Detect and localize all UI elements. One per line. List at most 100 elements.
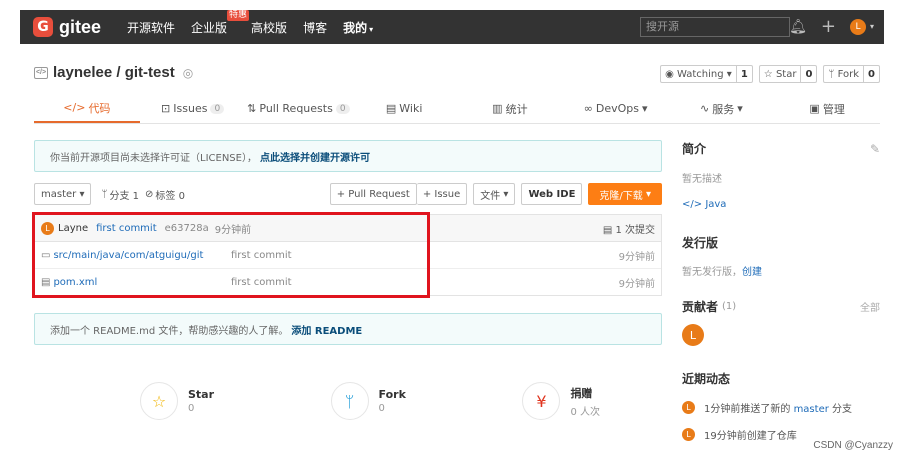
activity-text: 19分钟前创建了仓库	[704, 431, 797, 442]
tab-manage-label: 管理	[822, 102, 845, 116]
create-group: + Pull Request + Issue	[329, 183, 468, 205]
tab-issues[interactable]: ⊡ Issues 0	[140, 94, 246, 123]
repo-actions: ◉ Watching ▾ 1 ☆ Star 0 ᛘ Fork 0	[660, 65, 880, 83]
bell-icon[interactable]: 🔔︎	[789, 19, 807, 35]
file-link[interactable]: ▭ src/main/java/com/atguigu/git	[41, 250, 231, 261]
repo-name[interactable]: laynelee / git-test	[53, 64, 175, 81]
gitee-logo-icon: G	[33, 17, 53, 37]
hot-badge: 特惠	[227, 9, 250, 21]
issue-icon: ⊡	[161, 102, 171, 115]
tab-manage[interactable]: ▣ 管理	[774, 94, 880, 123]
stat-donate-value: 0 人次	[570, 406, 600, 418]
nav-item-open-source[interactable]: 开源软件	[127, 19, 175, 36]
repo-icon: </>	[34, 66, 48, 79]
tab-stats-label: 统计	[505, 102, 528, 116]
stat-fork-value: 0	[378, 403, 385, 414]
web-ide-button[interactable]: Web IDE	[521, 183, 583, 205]
fork-icon: ᛘ	[330, 382, 369, 420]
manage-icon: ▣	[809, 102, 820, 115]
star-button[interactable]: ☆ Star 0	[758, 65, 818, 83]
chevron-down-icon: ▾	[642, 102, 648, 115]
tab-pull-requests[interactable]: ⇅ Pull Requests 0	[246, 94, 352, 123]
stat-donate[interactable]: ¥ 捐赠 0 人次	[522, 376, 600, 426]
stat-fork[interactable]: ᛘ Fork 0	[330, 376, 406, 426]
file-commit-message[interactable]: first commit	[231, 277, 292, 288]
file-menu-label: 文件	[480, 190, 501, 202]
commit-count-icon: ▤	[602, 224, 616, 236]
donate-icon: ¥	[522, 382, 561, 420]
user-menu[interactable]: L ▾	[849, 18, 874, 35]
tags-link[interactable]: ⊘ 标签 0	[145, 187, 185, 202]
commit-count-link[interactable]: ▤ 1 次提交	[603, 221, 655, 236]
activity-branch-link[interactable]: master	[794, 404, 829, 415]
fork-icon: ᛘ	[828, 68, 838, 80]
avatar[interactable]: L	[682, 324, 704, 346]
issue-button[interactable]: + Issue	[416, 183, 468, 205]
branches-link[interactable]: ᛘ 分支 1	[101, 187, 139, 202]
commit-author[interactable]: Layne	[58, 223, 88, 234]
intro-text: 暂无描述	[682, 174, 722, 185]
commit-hash[interactable]: e63728a	[165, 223, 209, 234]
license-notice-text: 你当前开源项目尚未选择许可证（LICENSE），	[50, 152, 257, 164]
file-list: L Layne first commit e63728a 9分钟前 ▤ 1 次提…	[34, 214, 662, 296]
watch-label: Watching	[676, 68, 724, 80]
bar-chart-icon: ▥	[492, 102, 503, 115]
pulse-icon: ∿	[700, 102, 710, 115]
tab-stats[interactable]: ▥ 统计	[457, 94, 563, 123]
plus-icon[interactable]: +	[821, 16, 836, 37]
chevron-down-icon: ▾	[645, 188, 651, 200]
tab-code[interactable]: </> 代码	[34, 94, 140, 123]
issues-count: 0	[210, 103, 225, 114]
watch-button[interactable]: ◉ Watching ▾ 1	[660, 65, 753, 83]
gitee-logo[interactable]: G gitee	[33, 17, 101, 38]
contributors-all-link[interactable]: 全部	[860, 299, 880, 314]
avatar: L	[682, 401, 695, 414]
tab-wiki-label: Wiki	[399, 102, 423, 115]
branches-label: 分支 1	[109, 190, 140, 202]
file-name: pom.xml	[53, 277, 98, 288]
nav-item-education[interactable]: 高校版	[251, 19, 287, 36]
create-license-link[interactable]: 点此选择并创建开源许可	[260, 149, 370, 164]
nav-item-mine[interactable]: 我的 ▾	[343, 19, 373, 36]
code-icon: </>	[682, 199, 706, 210]
file-time: 9分钟前	[618, 251, 655, 263]
tab-services[interactable]: ∿ 服务 ▾	[669, 94, 775, 123]
commit-message[interactable]: first commit	[96, 223, 157, 234]
latest-commit-row: L Layne first commit e63728a 9分钟前 ▤ 1 次提…	[35, 215, 661, 242]
nav-item-enterprise-label: 企业版	[191, 20, 228, 35]
license-notice: 你当前开源项目尚未选择许可证（LICENSE）， 点此选择并创建开源许可	[34, 140, 662, 172]
file-name: src/main/java/com/atguigu/git	[53, 249, 204, 261]
file-link[interactable]: ▤ pom.xml	[41, 277, 231, 288]
activity-suffix: 分支	[832, 404, 853, 415]
contributors-title: 贡献者	[682, 300, 719, 314]
fork-button[interactable]: ᛘ Fork 0	[823, 65, 880, 83]
watermark: CSDN @Cyanzzy	[813, 440, 893, 451]
pull-requests-count: 0	[335, 103, 350, 114]
tab-devops[interactable]: ∞ DevOps ▾	[563, 94, 669, 123]
branch-select[interactable]: master ▾	[34, 183, 92, 205]
contributors-heading: 贡献者 (1) 全部	[682, 298, 880, 315]
nav-item-enterprise[interactable]: 企业版 特惠	[191, 9, 250, 36]
nav-item-mine-label: 我的	[343, 20, 368, 35]
create-release-link[interactable]: 创建	[742, 267, 762, 278]
code-icon: </>	[63, 101, 86, 114]
fork-label: Fork	[837, 68, 860, 80]
pull-request-button[interactable]: + Pull Request	[329, 183, 417, 205]
release-info: 暂无发行版，创建	[682, 263, 880, 278]
tab-wiki[interactable]: ▤ Wiki	[351, 94, 457, 123]
clone-download-button[interactable]: 克隆/下载 ▾	[588, 183, 662, 205]
stat-star[interactable]: ☆ Star 0	[140, 376, 214, 426]
search-input[interactable]: 搜开源	[640, 17, 790, 37]
nav-item-blog[interactable]: 博客	[303, 19, 327, 36]
add-readme-link[interactable]: 添加 README	[291, 322, 362, 337]
edit-icon[interactable]: ✎	[870, 142, 880, 156]
chevron-down-icon: ▾	[726, 68, 732, 80]
chevron-down-icon: ▾	[369, 24, 374, 34]
repo-sidebar: 简介 ✎ 暂无描述 </> Java 发行版 暂无发行版，创建 贡献者 (1) …	[682, 140, 880, 442]
chevron-down-icon: ▾	[869, 22, 874, 31]
branch-icon: ᛘ	[101, 188, 108, 200]
language-tag[interactable]: </> Java	[682, 199, 880, 210]
file-menu-button[interactable]: 文件 ▾	[473, 183, 516, 205]
file-commit-message[interactable]: first commit	[231, 250, 292, 261]
file-time: 9分钟前	[618, 279, 655, 290]
